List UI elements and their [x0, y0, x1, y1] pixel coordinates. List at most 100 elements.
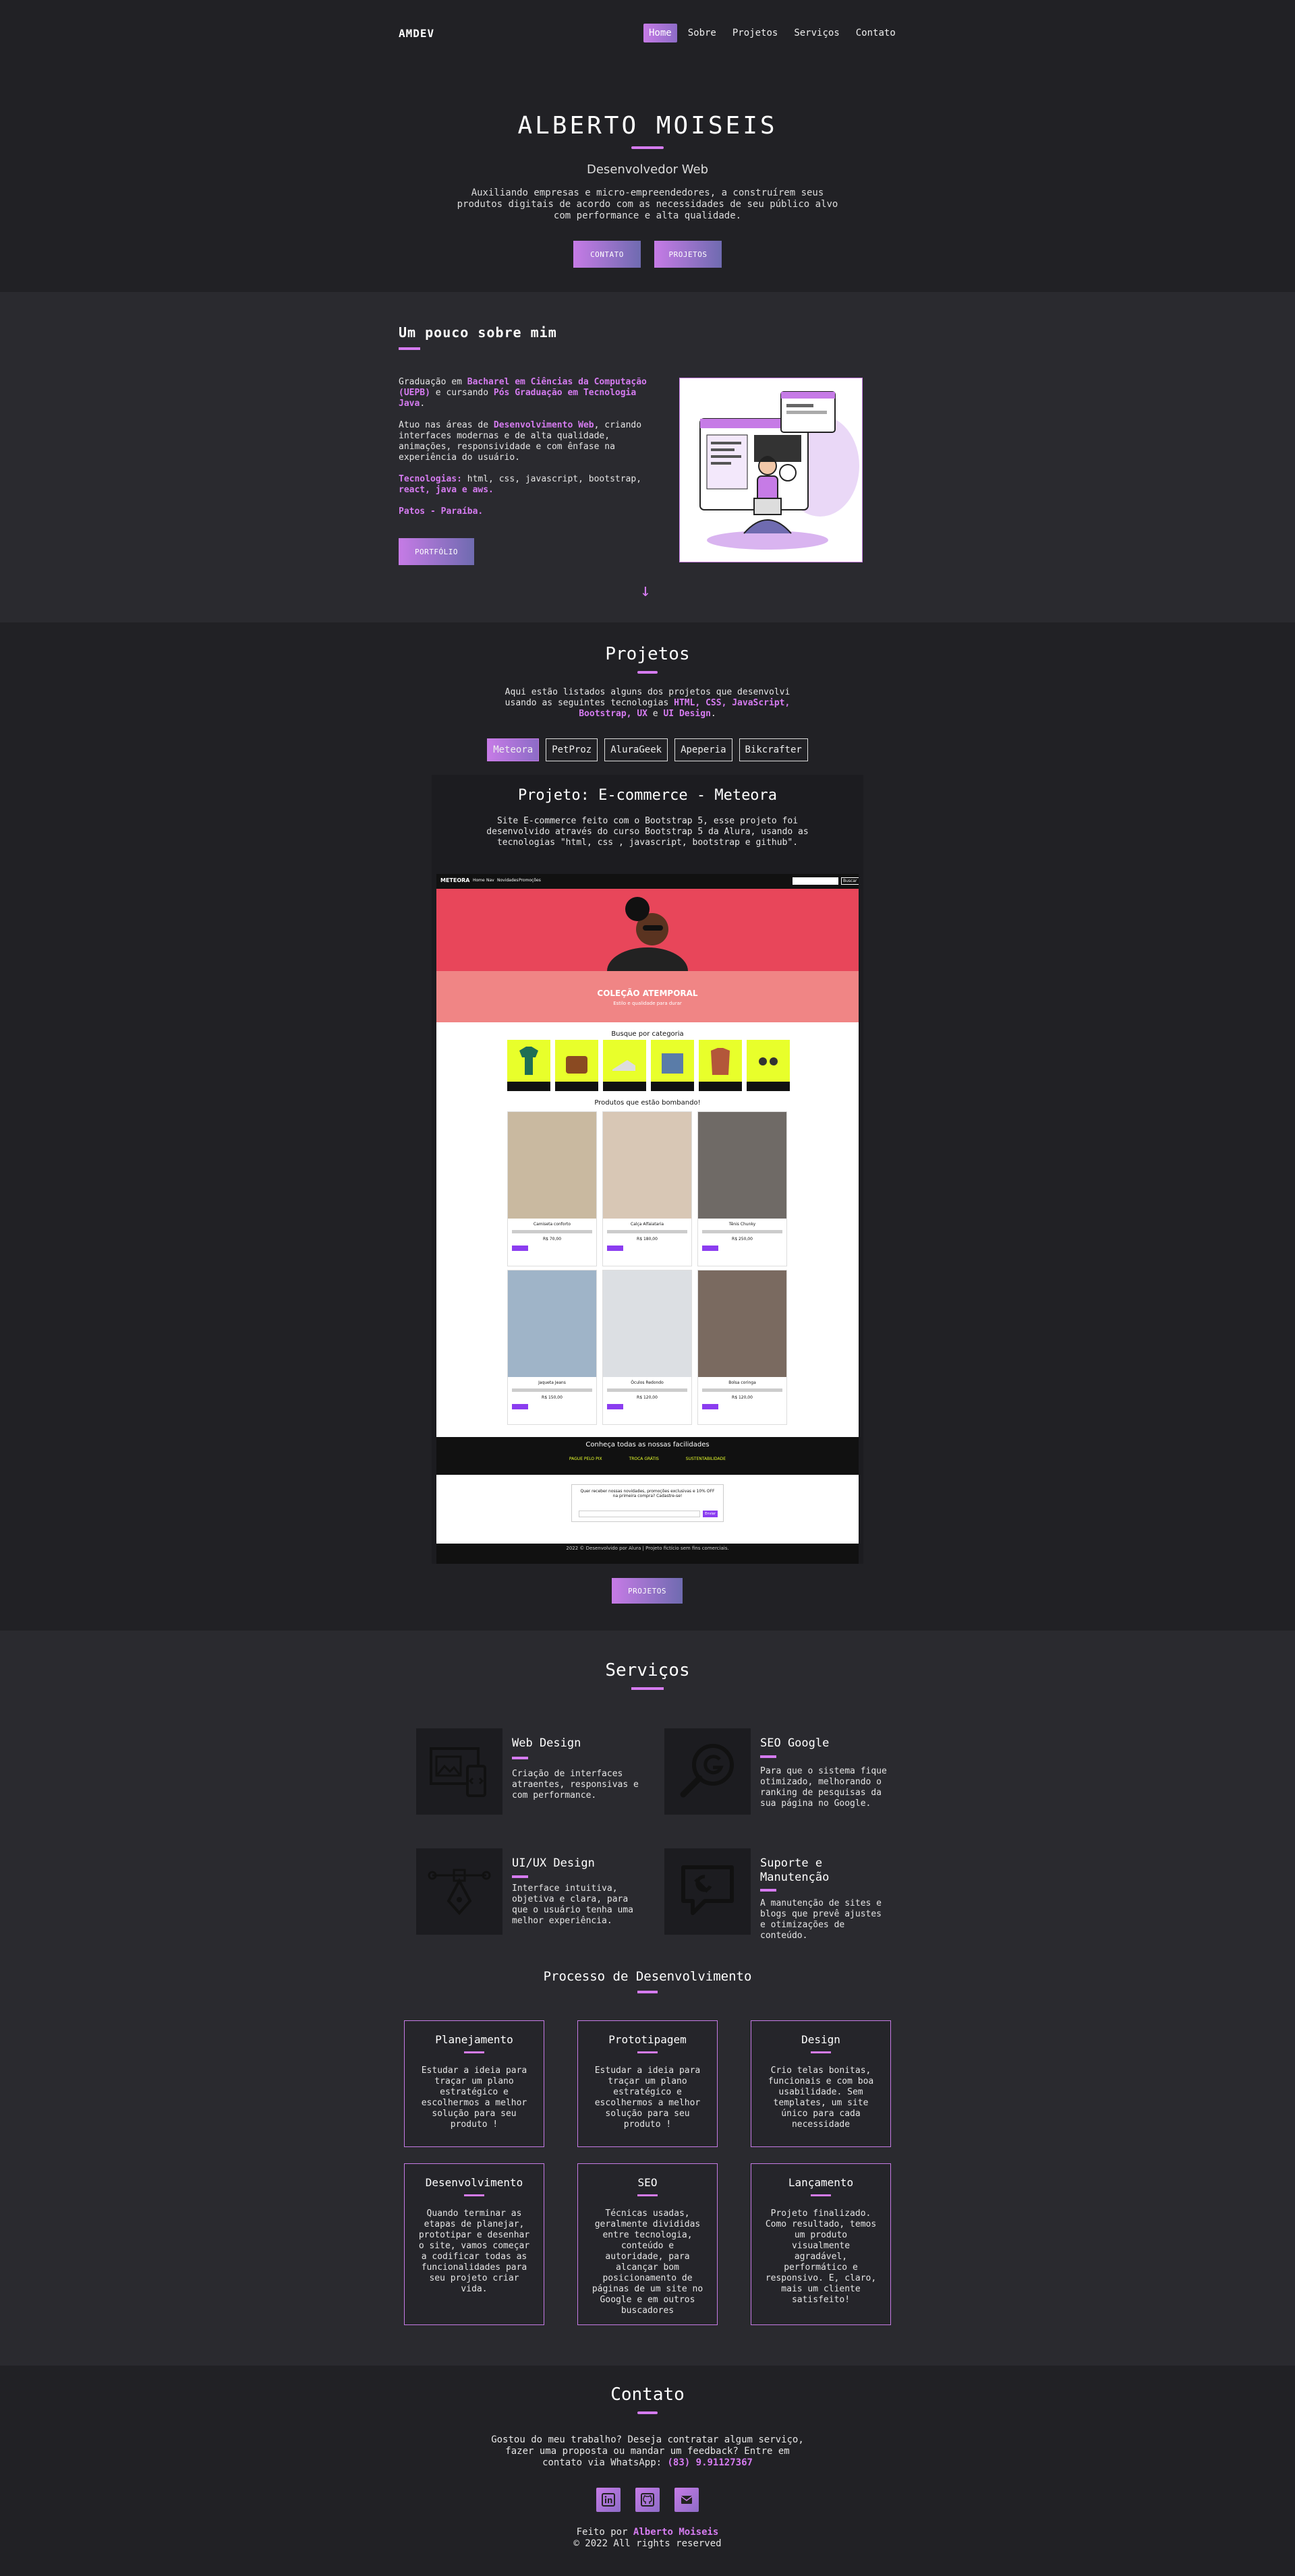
linkedin-icon[interactable] — [596, 2488, 621, 2512]
site-logo[interactable]: AMDEV — [399, 27, 434, 40]
servicos-underline — [631, 1687, 664, 1690]
shot-banner-title: COLEÇÃO ATEMPORAL — [597, 989, 698, 998]
process-card-title: SEO — [637, 2176, 658, 2189]
process-card-text: Crio telas bonitas, funcionais e com boa… — [768, 2066, 874, 2130]
nav-item-contato[interactable]: Contato — [851, 24, 901, 42]
shot-menu-item: Nav — [486, 878, 494, 883]
shot-search-input — [793, 877, 838, 885]
process-card-title: Design — [801, 2033, 840, 2046]
service-underline — [760, 1755, 776, 1758]
email-icon[interactable] — [674, 2488, 699, 2512]
hero-section: ALBERTO MOISEIS Desenvolvedor Web Auxili… — [0, 67, 1295, 292]
service-title: UI/UX Design — [512, 1856, 595, 1870]
process-card-text: Projeto finalizado. Como resultado, temo… — [765, 2208, 877, 2305]
shot-topbar: METEORA Home Nav Novidades Promoções Bus… — [436, 874, 859, 889]
tab-aluraGeek[interactable]: AluraGeek — [604, 738, 668, 761]
process-title: Processo de Desenvolvimento — [543, 1969, 752, 1984]
service-title: Suporte e Manutenção — [760, 1856, 830, 1884]
footer-author: Alberto Moiseis — [633, 2527, 719, 2538]
scroll-down-arrow-icon[interactable]: ↓ — [640, 581, 651, 601]
web-design-icon — [416, 1728, 502, 1815]
shot-category-card — [651, 1040, 694, 1091]
about-underline — [399, 347, 420, 350]
shot-product-card: Camiseta conforto R$ 70,00 — [507, 1111, 597, 1266]
process-card-title: Planejamento — [435, 2033, 513, 2046]
footer-credits: Feito por Alberto Moiseis © 2022 All rig… — [0, 2527, 1295, 2550]
about-paragraph-education: Graduação em Bacharel em Ciências da Com… — [399, 377, 647, 409]
hero-role: Desenvolvedor Web — [587, 163, 708, 177]
nav-item-servicos[interactable]: Serviços — [788, 24, 844, 42]
service-text: A manutenção de sites e blogs que prevê … — [760, 1898, 882, 1941]
service-underline — [512, 1875, 528, 1878]
service-suporte: Suporte e Manutenção A manutenção de sit… — [664, 1848, 894, 1941]
tab-bikcrafter[interactable]: Bikcrafter — [739, 738, 808, 761]
service-title: Web Design — [512, 1736, 581, 1750]
about-title: Um pouco sobre mim — [399, 324, 557, 341]
projetos-underline — [637, 671, 658, 674]
projetos-more-button[interactable]: PROJETOS — [612, 1578, 683, 1604]
navbar: AMDEV Home Sobre Projetos Serviços Conta… — [0, 0, 1295, 67]
seo-google-icon — [664, 1728, 751, 1815]
shot-banner-subtitle: Estilo e qualidade para durar — [613, 1001, 682, 1006]
service-text: Criação de interfaces atraentes, respons… — [512, 1769, 639, 1801]
project-screenshot[interactable]: METEORA Home Nav Novidades Promoções Bus… — [436, 874, 859, 1564]
projetos-intro: Aqui estão listados alguns dos projetos … — [505, 687, 790, 719]
tab-apeperia[interactable]: Apeperia — [674, 738, 732, 761]
service-ui-ux: UI/UX Design Interface intuitiva, objeti… — [416, 1848, 645, 1935]
hero-buttons: CONTATO PROJETOS — [0, 241, 1295, 268]
social-links — [0, 2488, 1295, 2512]
shot-product-card: Jaqueta Jeans R$ 150,00 — [507, 1270, 597, 1425]
whatsapp-link[interactable]: (83) 9.91127367 — [668, 2457, 753, 2468]
portfolio-button[interactable]: PORTFÓLIO — [399, 538, 474, 565]
developer-illustration-icon — [699, 391, 859, 550]
process-card: Design Crio telas bonitas, funcionais e c… — [751, 2020, 891, 2147]
contato-button[interactable]: CONTATO — [573, 241, 641, 268]
pen-tool-icon — [416, 1848, 502, 1935]
nav-item-projetos[interactable]: Projetos — [727, 24, 783, 42]
contato-title: Contato — [610, 2384, 685, 2405]
servicos-title: Serviços — [605, 1660, 690, 1680]
shot-feature: TROCA GRÁTIS — [629, 1457, 659, 1461]
shot-features-band: Conheça todas as nossas facilidades PAGU… — [436, 1437, 859, 1475]
nav-menu: Home Sobre Projetos Serviços Contato — [643, 24, 901, 42]
shot-menu-item: Novidades — [497, 878, 519, 883]
shot-product-card: Calça Alfaiataria R$ 180,00 — [602, 1111, 692, 1266]
service-seo-google: SEO Google Para que o sistema fique otim… — [664, 1728, 894, 1815]
shot-category-card — [603, 1040, 646, 1091]
github-icon[interactable] — [635, 2488, 660, 2512]
shot-category-title: Busque por categoria — [611, 1030, 684, 1038]
about-paragraph-work: Atuo nas áreas de Desenvolvimento Web, c… — [399, 420, 642, 463]
model-photo-icon — [607, 897, 688, 995]
shot-menu-item: Home — [473, 878, 485, 883]
process-card: Planejamento Estudar a ideia para traçar … — [404, 2020, 544, 2147]
process-card-text: Quando terminar as etapas de planejar, p… — [418, 2208, 530, 2294]
nav-item-sobre[interactable]: Sobre — [683, 24, 722, 42]
shot-category-card — [555, 1040, 598, 1091]
shot-brand: METEORA — [440, 877, 470, 883]
service-title: SEO Google — [760, 1736, 830, 1750]
process-card: Lançamento Projeto finalizado. Como resul… — [751, 2163, 891, 2325]
tab-petproz[interactable]: PetProz — [546, 738, 598, 761]
process-card: SEO Técnicas usadas, geralmente divididas… — [577, 2163, 718, 2325]
shot-product-card: Óculos Redondo R$ 120,00 — [602, 1270, 692, 1425]
nav-item-home[interactable]: Home — [643, 24, 677, 42]
project-description: Site E-commerce feito com o Bootstrap 5,… — [486, 816, 809, 848]
contato-section: Contato Gostou do meu trabalho? Deseja c… — [0, 2366, 1295, 2576]
shot-feature: PAGUE PELO PIX — [569, 1457, 602, 1461]
process-underline — [637, 1991, 658, 1993]
tab-meteora[interactable]: Meteora — [487, 738, 540, 761]
service-web-design: Web Design Criação de interfaces atraent… — [416, 1728, 645, 1815]
shot-feature: SUSTENTABILIDADE — [685, 1457, 726, 1461]
hero-description: Auxiliando empresas e micro-empreendedor… — [457, 187, 838, 221]
shot-hero-banner — [436, 889, 859, 995]
process-card-text: Estudar a ideia para traçar um plano est… — [421, 2066, 527, 2130]
shot-menu-item: Promoções — [519, 878, 541, 883]
projetos-button[interactable]: PROJETOS — [654, 241, 722, 268]
hero-underline — [631, 146, 664, 149]
developer-illustration — [679, 378, 863, 562]
service-underline — [512, 1757, 528, 1759]
project-tabs: Meteora PetProz AluraGeek Apeperia Bikcr… — [0, 738, 1295, 761]
shot-search-button: Buscar — [841, 877, 859, 885]
process-card-title: Lançamento — [788, 2176, 854, 2189]
support-icon — [664, 1848, 751, 1935]
